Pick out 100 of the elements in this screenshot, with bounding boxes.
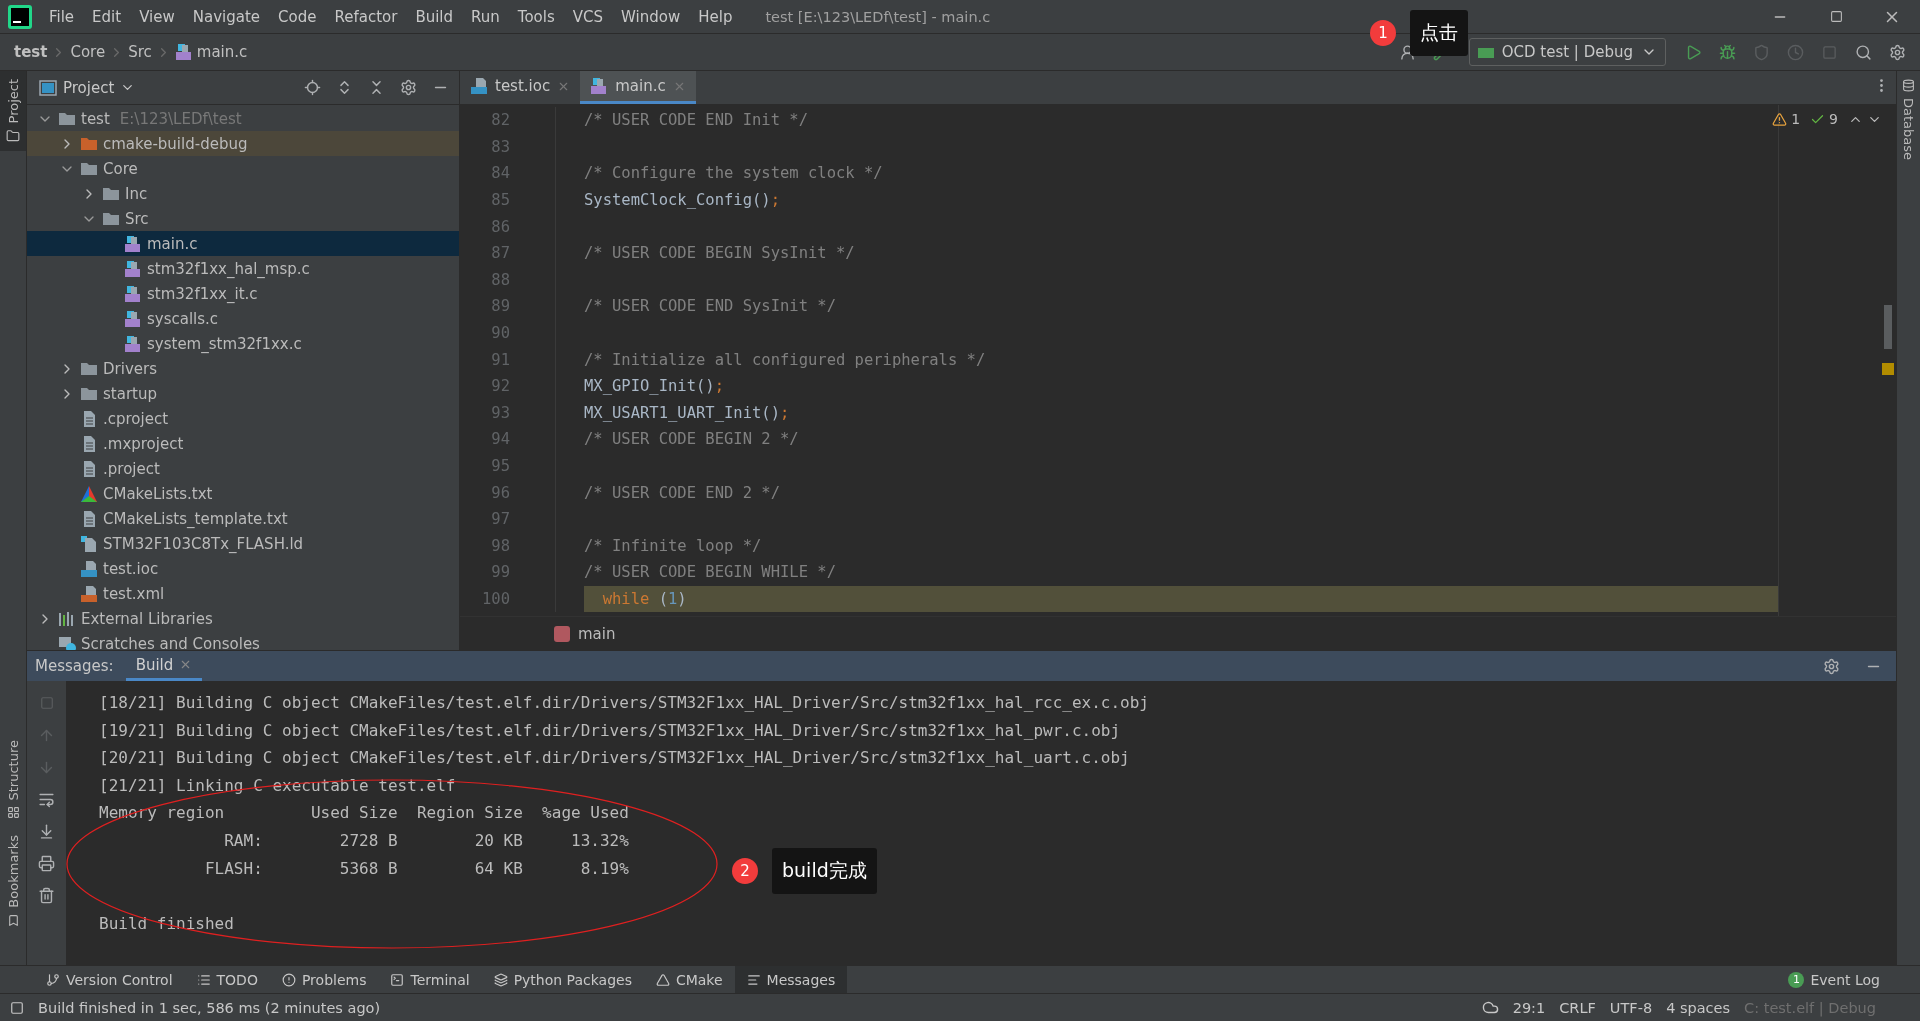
- menu-item[interactable]: File: [40, 7, 84, 26]
- tree-item[interactable]: Inc: [27, 181, 459, 206]
- status-item[interactable]: 4 spaces: [1666, 999, 1731, 1016]
- console-line: FLASH: 5368 B 64 KB 8.19%: [203, 857, 629, 880]
- terminal-icon: [390, 972, 405, 987]
- menu-item[interactable]: Help: [689, 7, 742, 26]
- line-number: 99: [490, 563, 511, 582]
- menu-item[interactable]: Code: [269, 7, 326, 26]
- tree-item[interactable]: Core: [27, 156, 459, 181]
- event-log-button[interactable]: 1 Event Log: [1788, 971, 1880, 988]
- line-number: 89: [490, 297, 511, 316]
- status-item[interactable]: CRLF: [1559, 999, 1596, 1016]
- tree-item[interactable]: system_stm32f1xx.c: [27, 331, 459, 356]
- annotation-badge: 1: [1370, 20, 1396, 46]
- c-file-icon: [124, 259, 142, 278]
- warning-icon[interactable]: [1772, 111, 1788, 127]
- line-number: 88: [490, 270, 511, 289]
- run-configuration-dropdown[interactable]: OCD test | Debug: [1468, 38, 1666, 66]
- c-file-icon: [590, 77, 609, 95]
- menu-item[interactable]: Tools: [508, 7, 564, 26]
- menu-item[interactable]: VCS: [563, 7, 613, 26]
- tree-item[interactable]: main.c: [27, 231, 459, 256]
- xml-file-icon: [80, 584, 98, 603]
- weak-warning-count: 9: [1829, 111, 1838, 127]
- app-logo-icon: [8, 4, 32, 29]
- tree-item[interactable]: cmake-build-debug: [27, 131, 459, 156]
- tool-window-tab[interactable]: Problems: [269, 966, 379, 993]
- breadcrumb[interactable]: main: [578, 624, 616, 643]
- bookmarks-tool-tab[interactable]: Bookmarks: [0, 827, 26, 935]
- line-number: 93: [490, 403, 511, 422]
- menu-item[interactable]: Window: [612, 7, 690, 26]
- line-number: 96: [490, 483, 511, 502]
- tree-item[interactable]: Src: [27, 206, 459, 231]
- menu-item[interactable]: Run: [462, 7, 509, 26]
- scrollbar-thumb[interactable]: [1884, 305, 1892, 349]
- database-tool-tab[interactable]: Database: [1897, 71, 1920, 169]
- status-item[interactable]: 29:1: [1512, 999, 1546, 1016]
- tool-window-tab[interactable]: CMake: [643, 966, 735, 993]
- triangle-logo-icon: [80, 484, 98, 503]
- line-number: 82: [490, 111, 511, 130]
- tree-item[interactable]: stm32f1xx_it.c: [27, 281, 459, 306]
- tree-item[interactable]: startup: [27, 381, 459, 406]
- breadcrumb[interactable]: main.c: [196, 43, 248, 61]
- menu-item[interactable]: Refactor: [325, 7, 407, 26]
- annotation-tooltip: build完成: [772, 848, 877, 894]
- console-line: Build finished: [99, 912, 234, 935]
- structure-tool-tab[interactable]: Structure: [0, 731, 26, 828]
- c-file-icon: [124, 284, 142, 303]
- editor-tab[interactable]: test.ioc: [460, 71, 581, 104]
- window-icon: [39, 79, 57, 96]
- panel-title[interactable]: Project: [39, 78, 136, 97]
- tree-item[interactable]: External Libraries: [27, 606, 459, 631]
- console-line: [18/21] Building C object CMakeFiles/test.elf.dir/Drivers/STM32F1xx_HAL_Driver/Src/stm32f1xx_hal_rcc_ex.c.obj: [99, 692, 1149, 714]
- menu-item[interactable]: Build: [406, 7, 463, 26]
- libraries-icon: [58, 609, 76, 628]
- menu-item[interactable]: Navigate: [183, 7, 270, 26]
- tool-window-tab[interactable]: Messages: [734, 966, 848, 993]
- tool-window-tab[interactable]: TODO: [184, 966, 270, 993]
- breadcrumb[interactable]: Core: [70, 43, 106, 61]
- tree-item[interactable]: test.ioc: [27, 556, 459, 581]
- tree-item[interactable]: .project: [27, 456, 459, 481]
- grid-icon: [6, 806, 20, 820]
- line-number: 87: [490, 244, 511, 263]
- warning-marker[interactable]: [1882, 363, 1894, 375]
- tree-item[interactable]: Scratches and Consoles: [27, 631, 459, 650]
- tree-item[interactable]: syscalls.c: [27, 306, 459, 331]
- tree-item[interactable]: .cproject: [27, 406, 459, 431]
- bookmark-icon: [6, 914, 20, 927]
- tree-item[interactable]: Drivers: [27, 356, 459, 381]
- editor-tab[interactable]: main.c: [580, 71, 696, 104]
- menu-item[interactable]: Edit: [83, 7, 131, 26]
- tool-window-tab[interactable]: Python Packages: [481, 966, 644, 993]
- panel-toggle-icon[interactable]: [10, 1000, 24, 1015]
- console-line: [20/21] Building C object CMakeFiles/test.elf.dir/Drivers/STM32F1xx_HAL_Driver/Src/stm32f1xx_hal_uart.c.obj: [99, 747, 1130, 770]
- tree-item[interactable]: CMakeLists.txt: [27, 481, 459, 506]
- window-title: test [E:\123\LEDf\test] - main.c: [765, 8, 992, 25]
- breadcrumb[interactable]: test: [14, 43, 48, 61]
- status-item[interactable]: UTF-8: [1609, 999, 1653, 1016]
- breadcrumb[interactable]: Src: [128, 43, 152, 61]
- tree-item[interactable]: test.xml: [27, 581, 459, 606]
- branch-icon: [46, 972, 60, 987]
- tool-window-tab[interactable]: Version Control: [34, 966, 185, 993]
- project-tool-tab[interactable]: Project: [0, 71, 26, 152]
- line-number: 95: [490, 457, 511, 475]
- tree-item[interactable]: test E:\123\LEDf\test: [27, 106, 459, 131]
- lines-icon: [746, 972, 761, 987]
- code-line: /* USER CODE END 2 */: [584, 482, 781, 504]
- line-number: 83: [490, 137, 511, 156]
- ioc-file-icon: [80, 559, 98, 578]
- menu-item[interactable]: View: [130, 7, 184, 26]
- tree-item[interactable]: stm32f1xx_hal_msp.c: [27, 256, 459, 281]
- tree-item[interactable]: CMakeLists_template.txt: [27, 506, 459, 531]
- tree-item[interactable]: STM32F103C8Tx_FLASH.ld: [27, 531, 459, 556]
- tree-item[interactable]: .mxproject: [27, 431, 459, 456]
- list-icon: [196, 972, 211, 987]
- folder-icon: [6, 129, 20, 144]
- code-line: /* USER CODE BEGIN WHILE */: [584, 562, 837, 584]
- c-file-icon: [124, 334, 142, 353]
- tool-window-tab[interactable]: Terminal: [378, 966, 482, 993]
- line-number: 91: [490, 350, 511, 369]
